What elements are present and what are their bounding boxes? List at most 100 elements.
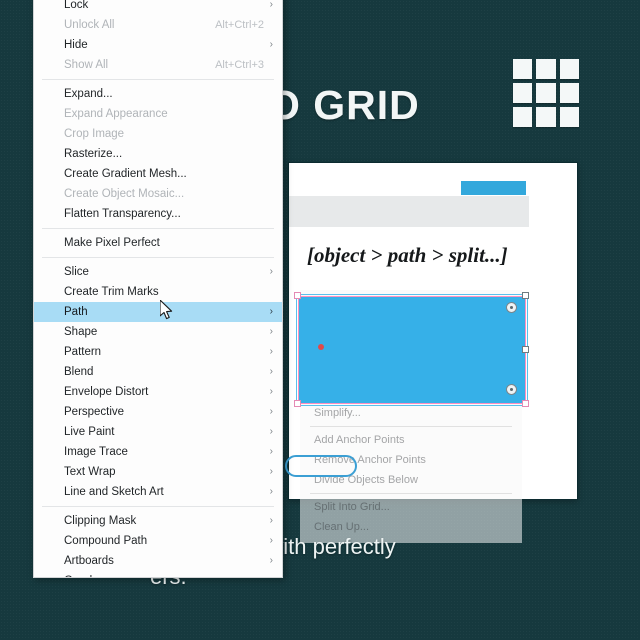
- page-title: O GRID: [268, 82, 420, 128]
- menu-item-rasterize[interactable]: Rasterize...: [34, 144, 282, 164]
- menu-item-create-trim-marks[interactable]: Create Trim Marks: [34, 282, 282, 302]
- menu-item-artboards[interactable]: Artboards ›: [34, 551, 282, 571]
- chevron-right-icon: ›: [270, 571, 273, 577]
- menu-item-graph[interactable]: Graph ›: [34, 571, 282, 577]
- menu-item-shortcut: Alt+Ctrl+3: [215, 59, 264, 71]
- menu-item-create-gradient-mesh[interactable]: Create Gradient Mesh...: [34, 164, 282, 184]
- chevron-right-icon: ›: [269, 39, 273, 50]
- menu-item-blend[interactable]: Blend ›: [34, 362, 282, 382]
- menu-item-label: Path: [64, 306, 88, 318]
- submenu-separator: [310, 426, 512, 427]
- menu-item-shape[interactable]: Shape ›: [34, 322, 282, 342]
- app-card-accent-bar: [461, 181, 526, 195]
- grid-cell: [513, 107, 533, 127]
- menu-item-label: Artboards: [64, 555, 114, 567]
- menu-item-text-wrap[interactable]: Text Wrap ›: [34, 462, 282, 482]
- chevron-right-icon: ›: [269, 346, 273, 357]
- menu-item-compound-path[interactable]: Compound Path ›: [34, 531, 282, 551]
- menu-item-label: Shape: [64, 326, 98, 338]
- chevron-right-icon: ›: [269, 326, 273, 337]
- chevron-right-icon: ›: [269, 266, 273, 277]
- submenu-separator: [310, 493, 512, 494]
- submenu-item-label: Simplify...: [314, 407, 361, 419]
- menu-item-label: Pattern: [64, 346, 102, 358]
- anchor-point-middle-right[interactable]: [522, 346, 529, 353]
- grid-cell: [536, 59, 556, 79]
- selected-artwork[interactable]: [294, 292, 529, 407]
- menu-item-label: Compound Path: [64, 535, 148, 547]
- menu-item-label: Make Pixel Perfect: [64, 237, 160, 249]
- corner-radius-widget-top[interactable]: [506, 302, 517, 313]
- submenu-item-split-into-grid[interactable]: Split Into Grid...: [300, 497, 522, 517]
- grid-cell: [559, 59, 579, 79]
- menu-item-label: Crop Image: [64, 128, 125, 140]
- menu-item-label: Create Trim Marks: [64, 286, 159, 298]
- menu-item-image-trace[interactable]: Image Trace ›: [34, 442, 282, 462]
- menu-item-label: Expand Appearance: [64, 108, 168, 120]
- grid-cell: [559, 83, 579, 103]
- menu-separator: [42, 506, 274, 507]
- menu-item-pattern[interactable]: Pattern ›: [34, 342, 282, 362]
- menu-item-label: Live Paint: [64, 426, 115, 438]
- menu-separator: [42, 79, 274, 80]
- menu-item-shortcut: Alt+Ctrl+2: [215, 19, 264, 31]
- submenu-item-simplify[interactable]: Simplify...: [300, 403, 522, 423]
- menu-item-line-and-sketch-art[interactable]: Line and Sketch Art ›: [34, 482, 282, 502]
- menu-item-label: Expand...: [64, 88, 113, 100]
- menu-item-label: Unlock All: [64, 19, 115, 31]
- menu-item-label: Lock: [64, 0, 89, 11]
- menu-item-label: Rasterize...: [64, 148, 123, 160]
- selection-bounding-box: [296, 294, 528, 406]
- menu-item-live-paint[interactable]: Live Paint ›: [34, 422, 282, 442]
- menu-item-unlock-all: Unlock All Alt+Ctrl+2: [34, 15, 282, 35]
- menu-item-clipping-mask[interactable]: Clipping Mask ›: [34, 511, 282, 531]
- menu-item-label: Line and Sketch Art: [64, 486, 164, 498]
- menu-item-flatten-transparency[interactable]: Flatten Transparency...: [34, 204, 282, 224]
- menu-item-crop-image: Crop Image: [34, 124, 282, 144]
- menu-item-label: Perspective: [64, 406, 125, 418]
- menu-item-label: Hide: [64, 39, 88, 51]
- menu-item-label: Create Object Mosaic...: [64, 188, 185, 200]
- menu-item-make-pixel-perfect[interactable]: Make Pixel Perfect: [34, 233, 282, 253]
- menu-item-label: Create Gradient Mesh...: [64, 168, 187, 180]
- menu-item-label: Slice: [64, 266, 89, 278]
- menu-item-hide[interactable]: Hide ›: [34, 35, 282, 55]
- menu-item-label: Clipping Mask: [64, 515, 137, 527]
- chevron-right-icon: ›: [269, 515, 273, 526]
- annotation-ellipse: [285, 455, 357, 477]
- chevron-right-icon: ›: [269, 535, 273, 546]
- chevron-right-icon: ›: [269, 466, 273, 477]
- anchor-point-bottom-left[interactable]: [294, 400, 301, 407]
- menu-item-envelope-distort[interactable]: Envelope Distort ›: [34, 382, 282, 402]
- menu-item-lock[interactable]: Lock ›: [34, 0, 282, 15]
- menu-item-expand-appearance: Expand Appearance: [34, 104, 282, 124]
- menu-item-slice[interactable]: Slice ›: [34, 262, 282, 282]
- chevron-right-icon: ›: [269, 0, 273, 10]
- menu-item-expand[interactable]: Expand...: [34, 84, 282, 104]
- chevron-right-icon: ›: [269, 426, 273, 437]
- red-marker-dot: [318, 344, 324, 350]
- menu-separator: [42, 257, 274, 258]
- screenshot-stage: O GRID [object > path > split...] JoinCt…: [0, 0, 640, 640]
- menu-item-perspective[interactable]: Perspective ›: [34, 402, 282, 422]
- chevron-right-icon: ›: [269, 386, 273, 397]
- menu-item-show-all: Show All Alt+Ctrl+3: [34, 55, 282, 75]
- object-menu[interactable]: Lock › Unlock All Alt+Ctrl+2 Hide › Show All Al…: [33, 0, 283, 578]
- grid-cell: [536, 83, 556, 103]
- corner-radius-widget-bottom[interactable]: [506, 384, 517, 395]
- menu-item-label: Show All: [64, 59, 109, 71]
- submenu-item-add-anchor-points[interactable]: Add Anchor Points: [300, 430, 522, 450]
- menu-item-label: Image Trace: [64, 446, 128, 458]
- anchor-point-top-left[interactable]: [294, 292, 301, 299]
- chevron-right-icon: ›: [269, 486, 273, 497]
- anchor-point-bottom-right[interactable]: [522, 400, 529, 407]
- anchor-point-top-right[interactable]: [522, 292, 529, 299]
- app-card-toolstrip: [289, 196, 529, 227]
- menu-item-label: Blend: [64, 366, 94, 378]
- chevron-right-icon: ›: [269, 555, 273, 566]
- menu-separator: [42, 228, 274, 229]
- menu-item-path[interactable]: Path ›: [34, 302, 282, 322]
- chevron-right-icon: ›: [269, 446, 273, 457]
- menu-item-label: Text Wrap: [64, 466, 116, 478]
- chevron-right-icon: ›: [269, 406, 273, 417]
